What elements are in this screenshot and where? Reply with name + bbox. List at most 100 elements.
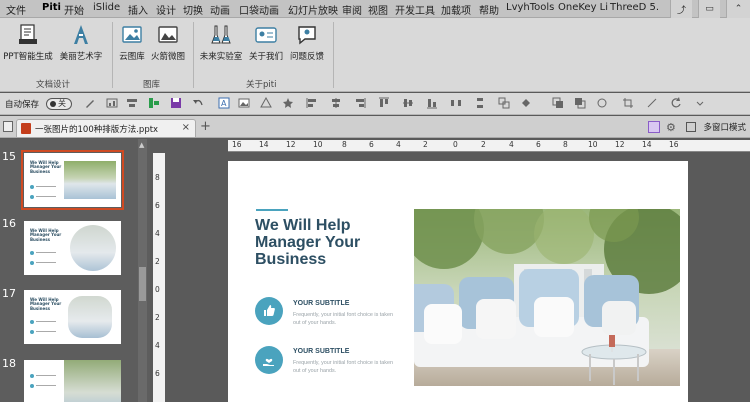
thumb-photo bbox=[70, 225, 116, 271]
slide-thumbnails-panel: 15 We Will Help Manager Your Business 16… bbox=[0, 139, 150, 402]
new-tab-icon[interactable]: + bbox=[200, 119, 211, 134]
crop-icon[interactable] bbox=[622, 97, 634, 109]
subtitle-2[interactable]: YOUR SUBTITLE bbox=[293, 348, 349, 355]
thumb-bullet-icon bbox=[30, 374, 34, 378]
share-icon[interactable]: ⤴ bbox=[670, 0, 692, 18]
text-box-icon[interactable]: A bbox=[218, 97, 230, 109]
comment-icon[interactable]: ▭ bbox=[698, 0, 720, 18]
svg-text:A: A bbox=[221, 99, 227, 108]
vertical-ruler[interactable]: 8 6 4 2 0 2 4 6 bbox=[153, 153, 165, 402]
thumb-line bbox=[36, 196, 56, 197]
body-text-2[interactable]: Frequently, your initial font choice is … bbox=[293, 360, 398, 375]
shapes-icon[interactable] bbox=[260, 96, 272, 109]
menu-review[interactable]: 审阅 bbox=[342, 2, 362, 17]
menu-animation[interactable]: 动画 bbox=[210, 2, 230, 17]
star-icon[interactable] bbox=[282, 97, 294, 109]
slide-photo[interactable] bbox=[414, 209, 680, 386]
group-icon[interactable] bbox=[498, 97, 510, 109]
close-icon[interactable]: × bbox=[182, 122, 190, 133]
distribute-v-icon[interactable] bbox=[474, 97, 486, 109]
ppt-smart-button[interactable]: PPT智能生成 bbox=[3, 22, 53, 72]
menu-bar: 文件 Piti 开始 iSlide 插入 设计 切换 动画 口袋动画 幻灯片放映… bbox=[0, 0, 750, 18]
mountain-gallery-button[interactable]: 火箭微图 bbox=[150, 22, 186, 72]
document-tab-title: 一张图片的100种排版方法.pptx bbox=[35, 125, 159, 135]
align-middle-icon[interactable] bbox=[402, 97, 414, 109]
subtitle-1[interactable]: YOUR SUBTITLE bbox=[293, 300, 349, 307]
title-accent-line bbox=[256, 209, 288, 211]
align-top-icon[interactable] bbox=[378, 97, 390, 109]
future-lab-button[interactable]: 未来实验室 bbox=[197, 22, 245, 72]
align-icon[interactable] bbox=[126, 97, 138, 109]
menu-addins[interactable]: 加载项 bbox=[441, 2, 471, 17]
about-us-button[interactable]: 关于我们 bbox=[246, 22, 286, 72]
menu-help[interactable]: 帮助 bbox=[479, 2, 499, 17]
align-center-icon[interactable] bbox=[330, 97, 342, 109]
menu-transition[interactable]: 切换 bbox=[183, 2, 203, 17]
body-text-1[interactable]: Frequently, your initial font choice is … bbox=[293, 312, 398, 327]
thumb-line bbox=[36, 331, 56, 332]
thumb-line bbox=[36, 252, 56, 253]
slide-number: 18 bbox=[2, 357, 16, 370]
circle-icon[interactable] bbox=[596, 97, 608, 109]
thumb-line bbox=[36, 186, 56, 187]
slide-number: 15 bbox=[2, 150, 16, 163]
menu-file[interactable]: 文件 bbox=[6, 2, 26, 17]
menu-lvyhtools[interactable]: LvyhTools bbox=[506, 2, 554, 13]
menu-islide[interactable]: iSlide bbox=[93, 2, 120, 13]
pen-icon[interactable] bbox=[84, 97, 96, 109]
thumb-photo bbox=[68, 296, 112, 338]
slash-icon[interactable] bbox=[646, 97, 658, 109]
align-right-icon[interactable] bbox=[354, 97, 366, 109]
document-tab[interactable]: 一张图片的100种排版方法.pptx × bbox=[16, 119, 196, 137]
menu-home[interactable]: 开始 bbox=[64, 2, 84, 17]
slide-thumbnail-17[interactable]: We Will Help Manager Your Business bbox=[24, 290, 121, 344]
cloud-gallery-button[interactable]: 云图库 bbox=[116, 22, 148, 72]
menu-design[interactable]: 设计 bbox=[156, 2, 176, 17]
slide-number: 16 bbox=[2, 217, 16, 230]
horizontal-ruler[interactable]: 16 14 12 10 8 6 4 2 0 2 4 6 8 10 12 14 1… bbox=[228, 140, 750, 152]
thumb-bullet-icon bbox=[30, 261, 34, 265]
rotate-icon[interactable] bbox=[670, 97, 682, 109]
menu-piti[interactable]: Piti bbox=[42, 2, 61, 13]
menu-insert[interactable]: 插入 bbox=[128, 2, 148, 17]
bring-forward-icon[interactable] bbox=[552, 97, 564, 109]
feedback-button[interactable]: 问题反馈 bbox=[287, 22, 327, 72]
menu-slideshow[interactable]: 幻灯片放映 bbox=[288, 2, 338, 17]
file-icon[interactable] bbox=[3, 121, 13, 132]
slide-thumbnail-16[interactable]: We Will Help Manager Your Business bbox=[24, 221, 121, 275]
multi-window-icon bbox=[686, 122, 696, 132]
menu-threed[interactable]: ThreeD 5. bbox=[610, 2, 659, 13]
menu-pocket-animation[interactable]: 口袋动画 bbox=[239, 2, 279, 17]
dashboard-icon[interactable] bbox=[106, 97, 118, 109]
ribbon-collapse-icon[interactable]: ⌃ bbox=[726, 0, 750, 18]
beauty-font-button[interactable]: 美丽艺术字 bbox=[56, 22, 106, 72]
picture-icon[interactable] bbox=[238, 97, 250, 109]
slide-thumbnail-15[interactable]: We Will Help Manager Your Business bbox=[21, 150, 124, 210]
save-icon[interactable] bbox=[170, 97, 182, 109]
more-icon[interactable] bbox=[694, 97, 706, 109]
layout-green-icon[interactable] bbox=[148, 97, 160, 109]
autosave-toggle[interactable]: 关 bbox=[46, 98, 72, 110]
thumb-bullet-icon bbox=[30, 195, 34, 199]
send-backward-icon[interactable] bbox=[574, 97, 586, 109]
align-left-icon[interactable] bbox=[306, 97, 318, 109]
menu-view[interactable]: 视图 bbox=[368, 2, 388, 17]
shape-fill-icon[interactable] bbox=[520, 97, 532, 109]
thumb-bullet-icon bbox=[30, 330, 34, 334]
menu-developer[interactable]: 开发工具 bbox=[395, 2, 435, 17]
distribute-h-icon[interactable] bbox=[450, 97, 462, 109]
thumbnails-scrollbar[interactable]: ▲ bbox=[138, 139, 147, 402]
slide-thumbnail-18[interactable] bbox=[24, 360, 121, 402]
align-bottom-icon[interactable] bbox=[426, 97, 438, 109]
gear-icon[interactable]: ⚙ bbox=[666, 121, 676, 134]
undo-icon[interactable] bbox=[192, 97, 204, 109]
scrollbar-thumb[interactable] bbox=[139, 267, 146, 301]
scroll-up-icon[interactable]: ▲ bbox=[139, 141, 144, 149]
search-icon[interactable] bbox=[648, 121, 660, 133]
slide-title[interactable]: We Will Help Manager Your Business bbox=[255, 217, 405, 268]
current-slide[interactable]: We Will Help Manager Your Business YOUR … bbox=[228, 161, 688, 402]
multi-window-label[interactable]: 多窗口模式 bbox=[703, 121, 746, 133]
menu-onekey[interactable]: OneKey Li bbox=[558, 2, 608, 13]
landscape-icon bbox=[156, 22, 180, 48]
toggle-knob bbox=[50, 101, 56, 107]
